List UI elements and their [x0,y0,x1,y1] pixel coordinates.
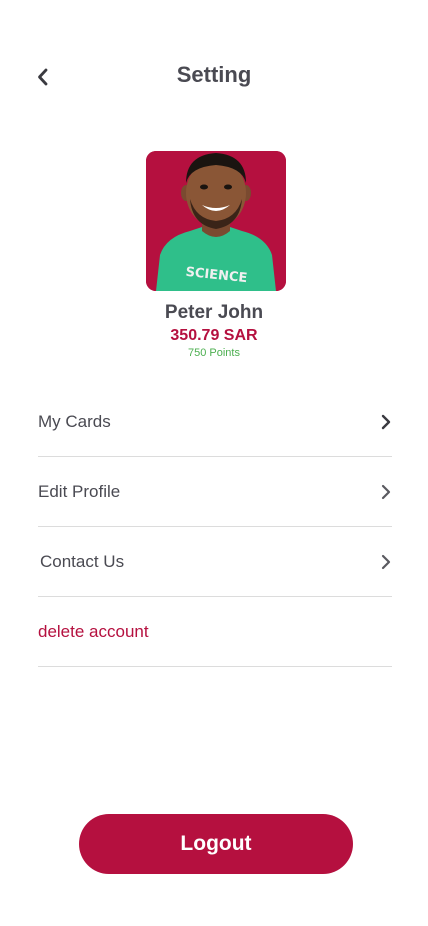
profile-balance: 350.79 SAR [170,327,258,344]
menu-item-edit-profile[interactable]: Edit Profile [38,457,392,527]
user-photo: SCIENCE [146,151,286,291]
avatar: SCIENCE [146,151,286,291]
page-title: Setting [176,62,252,87]
settings-menu: My Cards Edit Profile Contact Us delete … [38,387,392,667]
profile-points: 750 Points [188,347,240,359]
chevron-right-icon [380,414,392,430]
chevron-right-icon [380,554,392,570]
menu-item-label: Contact Us [40,551,125,571]
profile-name: Peter John [164,302,264,323]
menu-item-contact-us[interactable]: Contact Us [38,527,392,597]
menu-item-label: Edit Profile [38,481,121,501]
menu-item-my-cards[interactable]: My Cards [38,387,392,457]
menu-item-delete-account[interactable]: delete account [38,597,392,667]
menu-item-label: My Cards [38,411,111,431]
logout-button[interactable]: Logout [79,814,353,874]
chevron-right-icon [380,484,392,500]
menu-item-label: delete account [38,621,149,641]
header: Setting [0,0,428,150]
